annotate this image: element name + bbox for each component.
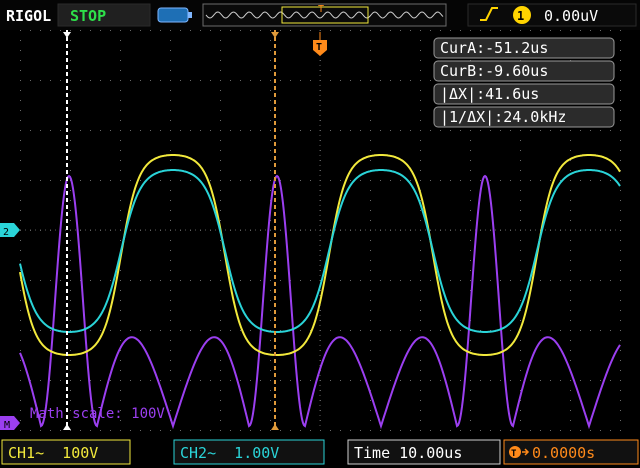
overview-trigger-marker: T bbox=[318, 4, 324, 15]
timebase-label: Time 10.00us bbox=[354, 444, 462, 462]
footer-bar: CH1~ 100V CH2~ 1.00V Time 10.00us T 0.00… bbox=[0, 436, 640, 468]
memory-depth-icon bbox=[157, 7, 192, 23]
header-bar: RIGOL STOP T 1 0.00uV bbox=[0, 0, 640, 30]
trigger-status-box[interactable]: 1 0.00uV bbox=[467, 3, 637, 27]
trigger-source-channel: 1 bbox=[517, 9, 524, 23]
cursor-a-value: CurA:-51.2us bbox=[440, 39, 548, 57]
math-scale-label: Math scale: 100V bbox=[30, 406, 165, 422]
delta-x-value: |ΔX|:41.6us bbox=[440, 85, 539, 103]
svg-text:2: 2 bbox=[3, 227, 9, 238]
svg-text:M: M bbox=[4, 420, 10, 431]
trigger-position-label: T bbox=[316, 42, 322, 53]
brand-logo: RIGOL bbox=[6, 7, 51, 25]
trigger-level: 0.00uV bbox=[544, 7, 598, 25]
ch2-scale-label: CH2~ 1.00V bbox=[180, 444, 279, 462]
inverse-delta-x-value: |1/ΔX|:24.0kHz bbox=[440, 108, 566, 126]
ch1-scale-label: CH1~ 100V bbox=[8, 444, 98, 462]
svg-text:T: T bbox=[511, 449, 517, 459]
trigger-offset-value: 0.0000s bbox=[532, 444, 595, 462]
oscilloscope-screen: RIGOL STOP T 1 0.00uV T 2 M Math scale: … bbox=[0, 0, 640, 468]
cursor-b-value: CurB:-9.60us bbox=[440, 62, 548, 80]
waveform-memory-overview[interactable]: T bbox=[202, 3, 447, 27]
run-state-label: STOP bbox=[70, 7, 106, 25]
